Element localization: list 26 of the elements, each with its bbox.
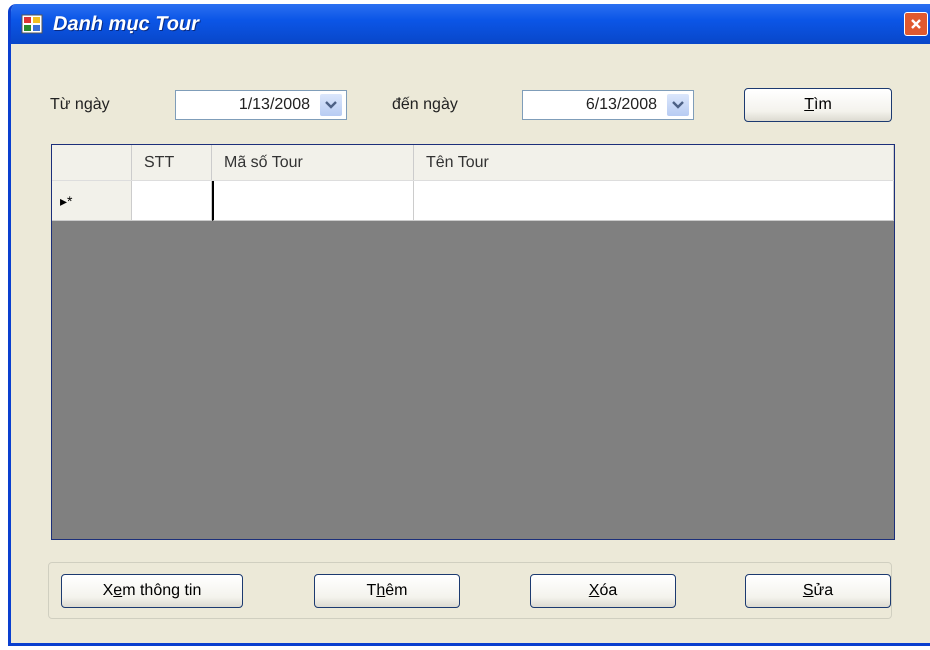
action-button[interactable]: Xem thông tin: [61, 574, 243, 608]
window-icon: [21, 14, 43, 34]
dropdown-button[interactable]: [667, 94, 689, 116]
column-header[interactable]: Tên Tour: [414, 145, 894, 180]
table-cell[interactable]: [132, 181, 212, 221]
date-value: 6/13/2008: [584, 96, 658, 114]
dropdown-button[interactable]: [320, 94, 342, 116]
table-cell[interactable]: [212, 181, 414, 221]
chevron-down-icon: [672, 101, 684, 109]
action-button[interactable]: Xóa: [530, 574, 676, 608]
close-button[interactable]: [904, 12, 928, 36]
window-title: Danh mục Tour: [53, 12, 199, 36]
action-button[interactable]: Sửa: [745, 574, 891, 608]
close-icon: [910, 18, 922, 30]
field-label: đến ngày: [392, 96, 459, 114]
column-header[interactable]: STT: [132, 145, 212, 180]
field-label: Từ ngày: [50, 96, 111, 114]
table-cell[interactable]: [414, 181, 894, 221]
date-picker[interactable]: 6/13/2008: [522, 90, 694, 120]
action-button[interactable]: Thêm: [314, 574, 460, 608]
date-picker[interactable]: 1/13/2008: [175, 90, 347, 120]
date-value: 1/13/2008: [238, 96, 311, 114]
column-header[interactable]: Mã số Tour: [212, 145, 414, 180]
chevron-down-icon: [325, 101, 337, 109]
new-row-marker: ▸*: [60, 192, 72, 208]
search-button[interactable]: Tìm: [744, 88, 892, 122]
